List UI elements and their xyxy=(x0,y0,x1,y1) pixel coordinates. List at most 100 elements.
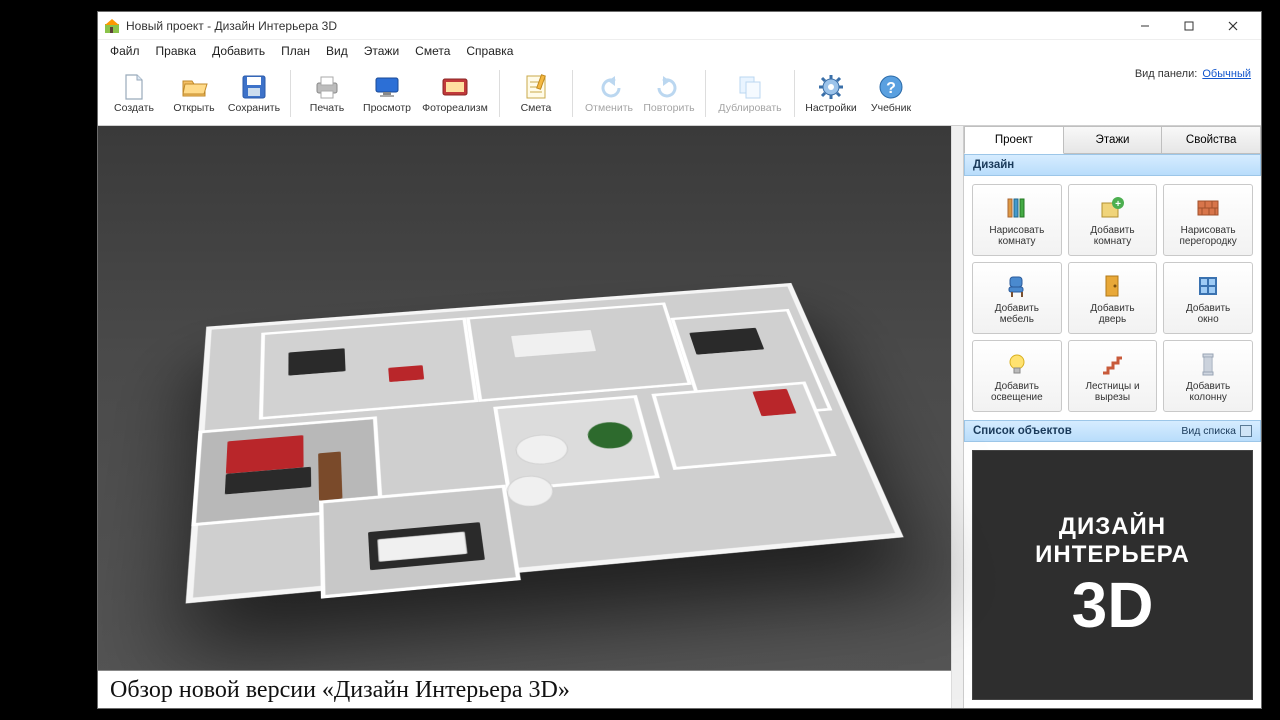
photoreal-icon xyxy=(441,73,469,101)
list-view-toggle[interactable]: Вид списка xyxy=(1181,425,1252,437)
preview-label: Просмотр xyxy=(363,103,411,114)
svg-text:+: + xyxy=(1116,199,1122,210)
settings-button[interactable]: Настройки xyxy=(801,64,861,123)
printer-icon xyxy=(313,73,341,101)
menu-estimate[interactable]: Смета xyxy=(407,42,458,60)
stairs-label: Лестницы и вырезы xyxy=(1083,381,1141,403)
chair-icon xyxy=(1003,272,1031,300)
save-icon xyxy=(240,73,268,101)
duplicate-label: Дублировать xyxy=(718,103,781,114)
window-icon xyxy=(1194,272,1222,300)
undo-label: Отменить xyxy=(585,103,633,114)
add-window-button[interactable]: Добавить окно xyxy=(1163,262,1253,334)
open-button[interactable]: Открыть xyxy=(164,64,224,123)
object-list-label: Список объектов xyxy=(973,425,1072,437)
folder-open-icon xyxy=(180,73,208,101)
draw-room-label: Нарисовать комнату xyxy=(987,225,1046,247)
undo-button[interactable]: Отменить xyxy=(579,64,639,123)
tab-floors[interactable]: Этажи xyxy=(1064,126,1163,154)
door-icon xyxy=(1098,272,1126,300)
svg-text:?: ? xyxy=(886,80,896,97)
undo-icon xyxy=(595,73,623,101)
video-caption: Обзор новой версии «Дизайн Интерьера 3D» xyxy=(98,670,951,708)
menu-help[interactable]: Справка xyxy=(458,42,521,60)
add-window-label: Добавить окно xyxy=(1184,303,1232,325)
redo-button[interactable]: Повторить xyxy=(639,64,699,123)
maximize-button[interactable] xyxy=(1167,13,1211,39)
add-door-label: Добавить дверь xyxy=(1088,303,1136,325)
add-room-icon: + xyxy=(1098,194,1126,222)
titlebar: Новый проект - Дизайн Интерьера 3D xyxy=(98,12,1261,40)
panel-view-link[interactable]: Обычный xyxy=(1202,68,1251,80)
panel-view-label: Вид панели: xyxy=(1135,68,1197,80)
design-header-label: Дизайн xyxy=(973,159,1014,171)
add-light-button[interactable]: Добавить освещение xyxy=(972,340,1062,412)
list-view-label: Вид списка xyxy=(1181,425,1236,437)
column-icon xyxy=(1194,350,1222,378)
draw-wall-button[interactable]: Нарисовать перегородку xyxy=(1163,184,1253,256)
estimate-label: Смета xyxy=(521,103,552,114)
duplicate-button[interactable]: Дублировать xyxy=(712,64,788,123)
menubar: Файл Правка Добавить План Вид Этажи Смет… xyxy=(98,40,1261,62)
settings-label: Настройки xyxy=(805,103,857,114)
menu-file[interactable]: Файл xyxy=(102,42,148,60)
minimize-button[interactable] xyxy=(1123,13,1167,39)
redo-label: Повторить xyxy=(643,103,694,114)
menu-view[interactable]: Вид xyxy=(318,42,356,60)
promo-line3: 3D xyxy=(1072,573,1154,637)
promo-banner: ДИЗАЙН ИНТЕРЬЕРА 3D xyxy=(972,450,1253,700)
panel-view-switcher: Вид панели: Обычный xyxy=(1135,68,1251,80)
object-list-header: Список объектов Вид списка xyxy=(964,420,1261,442)
photoreal-button[interactable]: Фотореализм xyxy=(417,64,493,123)
window-title: Новый проект - Дизайн Интерьера 3D xyxy=(126,19,1123,33)
menu-add[interactable]: Добавить xyxy=(204,42,273,60)
gear-icon xyxy=(817,73,845,101)
photoreal-label: Фотореализм xyxy=(422,103,488,114)
add-furniture-button[interactable]: Добавить мебель xyxy=(972,262,1062,334)
tab-properties[interactable]: Свойства xyxy=(1162,126,1261,154)
toolbar: Создать Открыть Сохранить Печать xyxy=(98,62,1261,126)
notepad-icon xyxy=(522,73,550,101)
design-section-header: Дизайн xyxy=(964,154,1261,176)
open-label: Открыть xyxy=(173,103,214,114)
save-label: Сохранить xyxy=(228,103,280,114)
lightbulb-icon xyxy=(1003,350,1031,378)
app-window: Новый проект - Дизайн Интерьера 3D Файл … xyxy=(97,11,1262,709)
right-panel: Проект Этажи Свойства Дизайн Нарисовать … xyxy=(963,126,1261,708)
duplicate-icon xyxy=(736,73,764,101)
print-button[interactable]: Печать xyxy=(297,64,357,123)
promo-line2: ИНТЕРЬЕРА xyxy=(1035,541,1190,569)
viewport-3d[interactable]: Обзор новой версии «Дизайн Интерьера 3D» xyxy=(98,126,951,708)
create-button[interactable]: Создать xyxy=(104,64,164,123)
menu-plan[interactable]: План xyxy=(273,42,318,60)
add-column-button[interactable]: Добавить колонну xyxy=(1163,340,1253,412)
tab-project[interactable]: Проект xyxy=(964,126,1064,154)
menu-edit[interactable]: Правка xyxy=(148,42,205,60)
caption-text: Обзор новой версии «Дизайн Интерьера 3D» xyxy=(110,677,570,703)
draw-room-button[interactable]: Нарисовать комнату xyxy=(972,184,1062,256)
help-icon: ? xyxy=(877,73,905,101)
monitor-icon xyxy=(373,73,401,101)
manual-button[interactable]: ? Учебник xyxy=(861,64,921,123)
preview-button[interactable]: Просмотр xyxy=(357,64,417,123)
promo-line1: ДИЗАЙН xyxy=(1059,513,1166,541)
add-furniture-label: Добавить мебель xyxy=(993,303,1041,325)
new-file-icon xyxy=(120,73,148,101)
print-label: Печать xyxy=(310,103,344,114)
stairs-icon xyxy=(1098,350,1126,378)
save-button[interactable]: Сохранить xyxy=(224,64,284,123)
add-room-label: Добавить комнату xyxy=(1088,225,1136,247)
add-room-button[interactable]: + Добавить комнату xyxy=(1068,184,1158,256)
add-door-button[interactable]: Добавить дверь xyxy=(1068,262,1158,334)
close-button[interactable] xyxy=(1211,13,1255,39)
stairs-button[interactable]: Лестницы и вырезы xyxy=(1068,340,1158,412)
app-icon xyxy=(104,18,120,34)
pencil-ruler-icon xyxy=(1003,194,1031,222)
redo-icon xyxy=(655,73,683,101)
estimate-button[interactable]: Смета xyxy=(506,64,566,123)
draw-wall-label: Нарисовать перегородку xyxy=(1177,225,1238,247)
viewport-scrollbar[interactable] xyxy=(951,126,963,708)
menu-floors[interactable]: Этажи xyxy=(356,42,407,60)
manual-label: Учебник xyxy=(871,103,911,114)
add-column-label: Добавить колонну xyxy=(1184,381,1232,403)
